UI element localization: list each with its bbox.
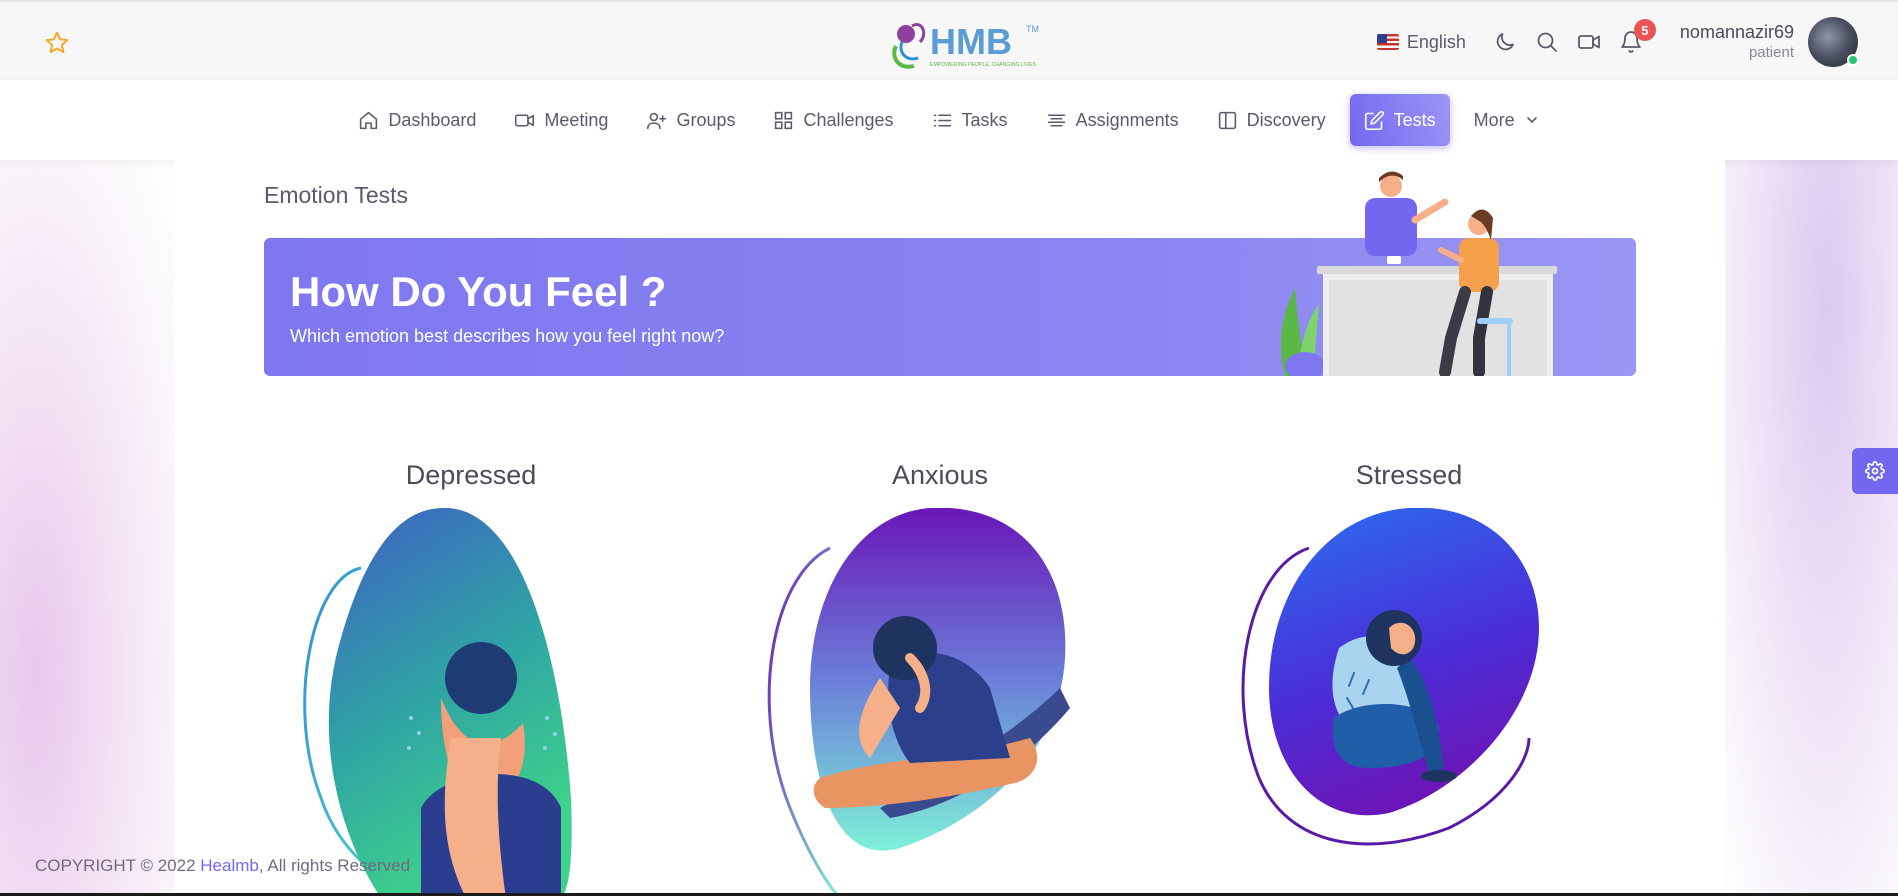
- user-role: patient: [1748, 43, 1794, 61]
- depressed-illustration[interactable]: [291, 508, 671, 896]
- footer-prefix: COPYRIGHT © 2022: [35, 856, 201, 875]
- edit-icon: [1364, 110, 1384, 130]
- stressed-illustration[interactable]: [1229, 508, 1609, 896]
- nav-item-tests[interactable]: Tests: [1349, 94, 1450, 146]
- nav-item-challenges[interactable]: Challenges: [759, 94, 907, 146]
- background-gradient-right: [1718, 160, 1898, 896]
- avatar[interactable]: [1808, 17, 1859, 67]
- language-selector[interactable]: English: [1376, 31, 1466, 53]
- emotion-label: Anxious: [891, 460, 989, 490]
- banner-title: How Do You Feel ?: [290, 268, 667, 315]
- search-icon[interactable]: [1534, 29, 1560, 55]
- star-icon[interactable]: [44, 30, 70, 56]
- nav-label: Challenges: [803, 109, 894, 130]
- nav-item-groups[interactable]: Groups: [632, 94, 749, 146]
- list-icon: [933, 113, 951, 127]
- emotion-label: Depressed: [405, 460, 537, 490]
- app-logo[interactable]: HMB TM EMPOWERING PEOPLE, CHANGING LIVES: [884, 12, 1050, 74]
- moon-icon[interactable]: [1492, 29, 1518, 55]
- user-info[interactable]: nomannazir69 patient: [1680, 22, 1794, 62]
- nav-item-tasks[interactable]: Tasks: [918, 94, 1022, 146]
- main-navigation: Dashboard Meeting Groups Challenges Task…: [0, 80, 1898, 160]
- user-name: nomannazir69: [1679, 22, 1794, 43]
- background-gradient-left: [0, 160, 180, 896]
- language-label: English: [1406, 31, 1466, 52]
- banner-subtitle: Which emotion best describes how you fee…: [290, 326, 725, 346]
- header-actions: English 5 nomannazir69 patient: [1376, 14, 1859, 70]
- logo-text: HMB: [930, 21, 1012, 62]
- nav-label: Groups: [676, 109, 736, 130]
- align-center-icon: [1047, 113, 1065, 127]
- emotion-option-stressed[interactable]: Stressed: [1199, 460, 1619, 846]
- nav-label: Discovery: [1246, 109, 1326, 130]
- nav-label: Meeting: [544, 109, 609, 130]
- theme-customizer-button[interactable]: [1852, 448, 1898, 494]
- footer-copyright: COPYRIGHT © 2022 Healmb, All rights Rese…: [35, 856, 410, 876]
- logo-tagline: EMPOWERING PEOPLE, CHANGING LIVES: [930, 62, 1036, 68]
- notification-badge: 5: [1633, 19, 1656, 41]
- emotion-option-anxious[interactable]: Anxious: [730, 460, 1150, 896]
- emotion-label: Stressed: [1355, 460, 1463, 490]
- nav-label: Assignments: [1075, 109, 1179, 130]
- home-icon: [360, 111, 378, 129]
- anxious-illustration[interactable]: [760, 508, 1140, 896]
- nav-label: Dashboard: [388, 109, 477, 130]
- conversation-illustration: [1280, 171, 1557, 376]
- gear-icon: [1865, 461, 1885, 481]
- content-card: Emotion Tests How Do You Feel ? Which em…: [175, 160, 1725, 896]
- page-title: Emotion Tests: [264, 182, 409, 208]
- us-flag-icon: [1376, 34, 1399, 50]
- nav-item-dashboard[interactable]: Dashboard: [344, 94, 490, 146]
- svg-text:TM: TM: [1026, 24, 1039, 34]
- video-icon: [515, 113, 535, 127]
- footer-suffix: , All rights Reserved: [258, 856, 411, 875]
- footer-brand-link[interactable]: Healmb: [200, 856, 259, 875]
- nav-item-more[interactable]: More: [1460, 94, 1554, 146]
- chevron-down-icon: [1526, 117, 1537, 124]
- nav-label: More: [1473, 109, 1515, 130]
- notification-bell-icon[interactable]: 5: [1618, 19, 1656, 55]
- nav-label: Tests: [1393, 109, 1436, 130]
- grid-icon: [775, 111, 793, 129]
- book-icon: [1218, 111, 1236, 129]
- nav-label: Tasks: [961, 109, 1008, 130]
- user-plus-icon: [647, 112, 667, 129]
- emotion-option-depressed[interactable]: Depressed: [261, 460, 681, 896]
- nav-item-discovery[interactable]: Discovery: [1203, 94, 1340, 146]
- online-status-dot: [1847, 54, 1859, 66]
- nav-item-meeting[interactable]: Meeting: [500, 94, 622, 146]
- top-header: HMB TM EMPOWERING PEOPLE, CHANGING LIVES…: [0, 0, 1898, 80]
- video-call-icon[interactable]: [1576, 29, 1602, 55]
- nav-item-assignments[interactable]: Assignments: [1032, 94, 1193, 146]
